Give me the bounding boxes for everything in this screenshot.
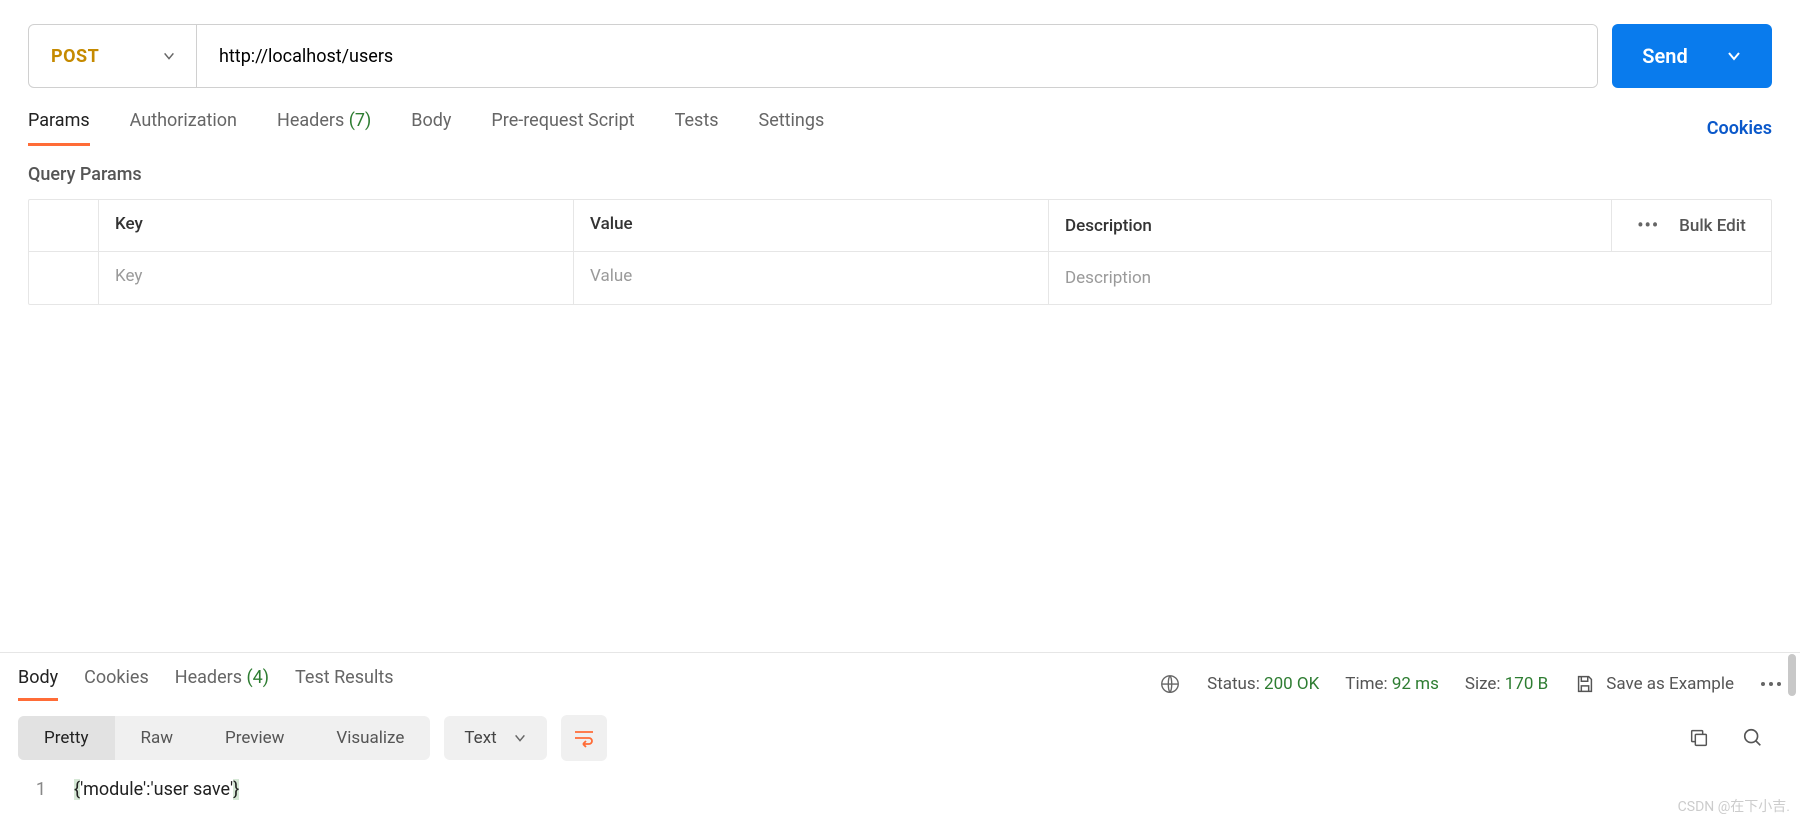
tab-body[interactable]: Body: [411, 110, 451, 146]
watermark: CSDN @在下小吉.: [1678, 796, 1790, 816]
search-icon[interactable]: [1742, 727, 1764, 749]
row-checkbox[interactable]: [29, 252, 99, 304]
column-header-value: Value: [574, 200, 1049, 251]
copy-icon[interactable]: [1688, 727, 1710, 749]
http-method-label: POST: [51, 46, 99, 67]
response-body[interactable]: 1 {'module':'user save'}: [0, 775, 1800, 822]
checkbox-column: [29, 200, 99, 251]
tab-params[interactable]: Params: [28, 110, 90, 146]
scrollbar-thumb[interactable]: [1788, 654, 1796, 696]
tab-authorization[interactable]: Authorization: [130, 110, 237, 146]
response-toolbar: Pretty Raw Preview Visualize Text: [0, 701, 1800, 775]
column-header-key: Key: [99, 200, 574, 251]
line-number: 1: [18, 779, 74, 800]
request-tabs: Params Authorization Headers (7) Body Pr…: [0, 88, 1800, 146]
table-header-actions: ••• Bulk Edit: [1611, 200, 1771, 251]
globe-icon[interactable]: [1159, 673, 1181, 695]
description-input[interactable]: Description: [1049, 252, 1771, 304]
more-actions-icon[interactable]: [1760, 681, 1782, 687]
column-header-description: Description: [1049, 200, 1611, 251]
response-tab-body[interactable]: Body: [18, 667, 58, 701]
tab-headers[interactable]: Headers (7): [277, 110, 371, 146]
format-select[interactable]: Text: [444, 716, 546, 760]
size-label: Size: 170 B: [1465, 674, 1548, 694]
tab-tests[interactable]: Tests: [675, 110, 719, 146]
value-input[interactable]: Value: [574, 252, 1049, 304]
more-options-icon[interactable]: •••: [1637, 215, 1659, 236]
response-pane: Body Cookies Headers (4) Test Results St…: [0, 652, 1800, 822]
code-line: {'module':'user save'}: [74, 779, 239, 800]
wrap-lines-button[interactable]: [561, 715, 607, 761]
chevron-down-icon: [162, 49, 176, 63]
save-icon: [1574, 673, 1596, 695]
view-tab-preview[interactable]: Preview: [199, 716, 310, 760]
query-params-label: Query Params: [0, 146, 1800, 199]
query-params-table: Key Value Description ••• Bulk Edit Key …: [28, 199, 1772, 305]
send-button[interactable]: Send: [1612, 24, 1772, 88]
bulk-edit-button[interactable]: Bulk Edit: [1679, 216, 1746, 236]
view-tab-raw[interactable]: Raw: [115, 716, 200, 760]
table-header-row: Key Value Description ••• Bulk Edit: [29, 200, 1771, 252]
response-tabs: Body Cookies Headers (4) Test Results St…: [0, 653, 1800, 701]
tab-settings[interactable]: Settings: [759, 110, 825, 146]
view-tab-visualize[interactable]: Visualize: [310, 716, 430, 760]
save-as-example-button[interactable]: Save as Example: [1574, 673, 1734, 695]
table-row: Key Value Description: [29, 252, 1771, 304]
response-tab-cookies[interactable]: Cookies: [84, 667, 149, 701]
response-tab-headers[interactable]: Headers (4): [175, 667, 269, 701]
status-label: Status: 200 OK: [1207, 674, 1319, 694]
key-input[interactable]: Key: [99, 252, 574, 304]
time-label: Time: 92 ms: [1345, 674, 1439, 694]
cookies-link[interactable]: Cookies: [1707, 118, 1772, 139]
response-tab-test-results[interactable]: Test Results: [295, 667, 393, 701]
view-tab-pretty[interactable]: Pretty: [18, 716, 115, 760]
http-method-select[interactable]: POST: [29, 25, 197, 87]
url-group: POST: [28, 24, 1598, 88]
response-meta: Status: 200 OK Time: 92 ms Size: 170 B S…: [1159, 673, 1782, 695]
chevron-down-icon: [513, 731, 527, 745]
wrap-icon: [572, 728, 596, 748]
url-input[interactable]: [197, 25, 1597, 87]
view-mode-tabs: Pretty Raw Preview Visualize: [18, 716, 430, 760]
chevron-down-icon: [1726, 48, 1742, 64]
tab-pre-request-script[interactable]: Pre-request Script: [491, 110, 634, 146]
send-button-label: Send: [1642, 44, 1687, 68]
